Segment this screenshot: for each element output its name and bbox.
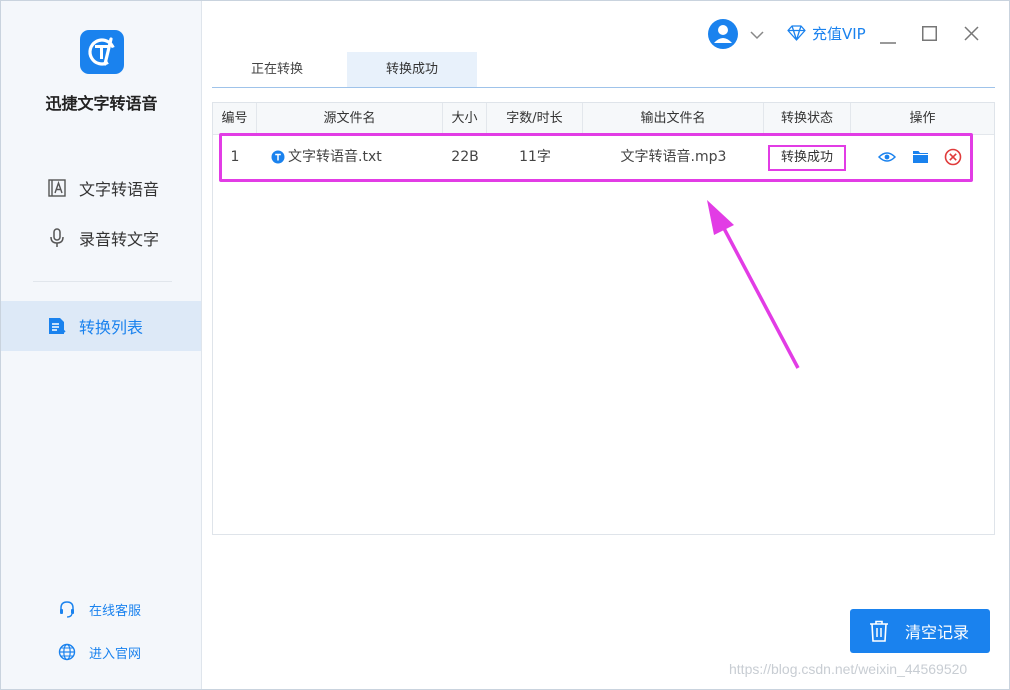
- list-document-icon: [47, 316, 67, 336]
- sidebar-item-speech-to-text[interactable]: 录音转文字: [1, 213, 201, 263]
- col-header-source: 源文件名: [257, 103, 443, 135]
- user-avatar[interactable]: [707, 18, 739, 54]
- sidebar-item-label: 录音转文字: [79, 230, 160, 249]
- headset-icon: [57, 599, 77, 619]
- sidebar-item-label: 转换列表: [79, 318, 144, 337]
- cell-output: 文字转语音.mp3: [620, 149, 727, 165]
- clear-records-label: 清空记录: [905, 623, 970, 642]
- col-header-status: 转换状态: [764, 103, 851, 135]
- clear-records-button[interactable]: 清空记录: [850, 609, 990, 653]
- sidebar-item-text-to-speech[interactable]: 文字转语音: [1, 163, 201, 213]
- minimize-button[interactable]: [880, 32, 896, 48]
- app-window: 迅捷文字转语音 文字转语音 录音转文字 转换列表 在线客服 进入官网 充值VIP…: [0, 0, 1010, 690]
- delete-icon[interactable]: [944, 148, 962, 170]
- text-document-icon: [47, 178, 67, 198]
- col-header-length: 字数/时长: [487, 103, 583, 135]
- maximize-button[interactable]: [922, 26, 937, 45]
- cell-id: 1: [230, 149, 240, 165]
- col-header-output: 输出文件名: [583, 103, 764, 135]
- sidebar-divider: [33, 281, 172, 282]
- microphone-icon: [47, 228, 67, 248]
- watermark: https://blog.csdn.net/weixin_44569520: [729, 661, 968, 677]
- official-website-link[interactable]: 进入官网: [1, 640, 201, 664]
- app-title: 迅捷文字转语音: [45, 94, 158, 113]
- chevron-down-icon[interactable]: [749, 28, 765, 44]
- sidebar-item-conversion-list[interactable]: 转换列表: [1, 301, 201, 351]
- cell-source: 文字转语音.txt: [271, 136, 443, 178]
- tab-bar: 正在转换 转换成功: [212, 52, 995, 88]
- annotation-arrow: [701, 197, 806, 376]
- conversion-table: 编号 源文件名 大小 字数/时长 输出文件名 转换状态 操作 1 文字转语音.t…: [212, 102, 995, 535]
- tab-in-progress[interactable]: 正在转换: [212, 52, 342, 87]
- official-website-label: 进入官网: [89, 646, 142, 662]
- source-filename: 文字转语音.txt: [288, 149, 382, 165]
- text-file-icon: [271, 150, 285, 164]
- tab-completed[interactable]: 转换成功: [347, 52, 477, 87]
- open-folder-icon[interactable]: [912, 149, 929, 168]
- sidebar: 迅捷文字转语音 文字转语音 录音转文字 转换列表 在线客服 进入官网: [1, 1, 202, 689]
- sidebar-item-label: 文字转语音: [79, 180, 160, 199]
- col-header-size: 大小: [443, 103, 487, 135]
- trash-icon: [869, 620, 889, 642]
- table-header: 编号 源文件名 大小 字数/时长 输出文件名 转换状态 操作: [213, 103, 994, 135]
- close-button[interactable]: [964, 26, 979, 45]
- online-support-link[interactable]: 在线客服: [1, 597, 201, 621]
- status-badge: 转换成功: [768, 145, 846, 171]
- online-support-label: 在线客服: [89, 603, 142, 619]
- vip-label: 充值VIP: [812, 24, 866, 43]
- table-row[interactable]: 1 文字转语音.txt 22B 11字 文字转语音.mp3 转换成功: [213, 136, 994, 178]
- vip-recharge-button[interactable]: 充值VIP: [787, 22, 866, 44]
- col-header-id: 编号: [213, 103, 257, 135]
- preview-eye-icon[interactable]: [877, 150, 897, 168]
- cell-size: 22B: [451, 149, 479, 165]
- app-logo: [80, 30, 124, 74]
- globe-icon: [57, 642, 77, 662]
- cell-length: 11字: [519, 149, 551, 165]
- diamond-icon: [787, 25, 806, 41]
- col-header-actions: 操作: [909, 111, 936, 126]
